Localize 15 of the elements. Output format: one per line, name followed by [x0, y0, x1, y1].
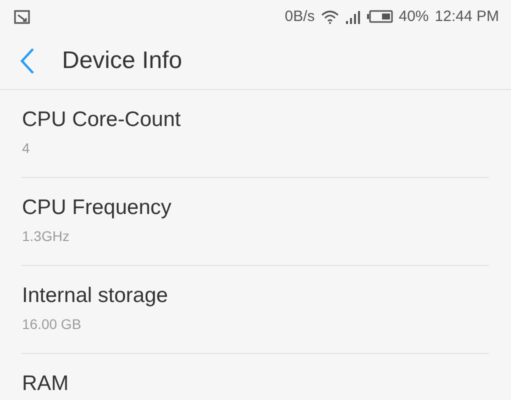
info-value: 16.00 GB — [22, 316, 82, 332]
info-label: CPU Frequency — [22, 197, 172, 220]
battery-percent: 40% — [398, 8, 429, 25]
network-speed: 0B/s — [284, 8, 315, 25]
info-label: CPU Core-Count — [22, 109, 182, 132]
battery-icon — [366, 10, 393, 23]
info-label: Internal storage — [22, 285, 169, 308]
info-label: RAM — [22, 373, 70, 396]
wifi-icon — [320, 10, 339, 24]
screen-cast-icon — [14, 10, 30, 24]
info-value: 4 — [22, 140, 31, 156]
clock-time: 12:44 PM — [434, 8, 499, 25]
signal-icon — [344, 10, 361, 24]
info-value: 1.3GHz — [22, 228, 70, 244]
page-title: Device Info — [62, 47, 182, 75]
